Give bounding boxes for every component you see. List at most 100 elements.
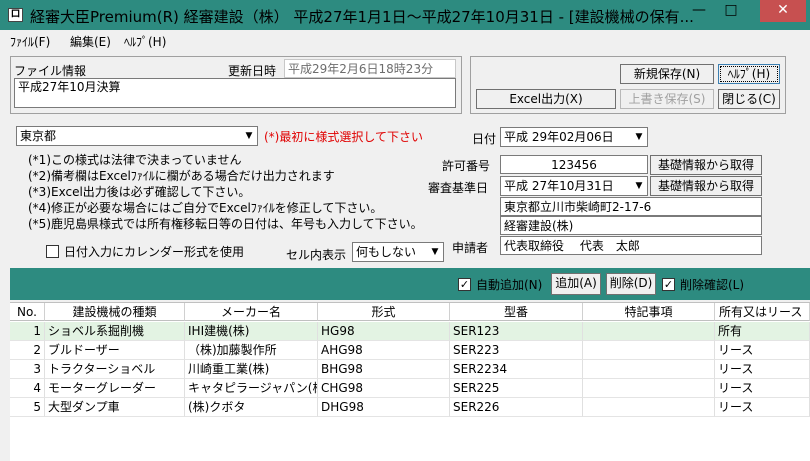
calendar-checkbox[interactable] <box>46 245 59 258</box>
table-cell[interactable] <box>583 398 715 417</box>
table-cell[interactable]: 3 <box>10 360 45 379</box>
column-header[interactable]: 建設機械の種類 <box>45 303 185 321</box>
memo-field[interactable]: 平成27年10月決算 <box>14 78 456 108</box>
table-cell[interactable]: 4 <box>10 379 45 398</box>
company-field[interactable]: 経審建設(株) <box>500 216 762 235</box>
review-date-label: 審査基準日 <box>428 181 489 195</box>
add-button[interactable]: 追加(A) <box>551 273 601 295</box>
column-header[interactable]: 特記事項 <box>583 303 715 321</box>
delete-button[interactable]: 削除(D) <box>606 273 656 295</box>
table-cell[interactable]: SER223 <box>450 341 583 360</box>
updated-label: 更新日時 <box>228 64 277 78</box>
menu-bar: ﾌｧｲﾙ(F) 編集(E) ﾍﾙﾌﾟ(H) <box>0 30 810 50</box>
table-cell[interactable]: HG98 <box>318 322 450 341</box>
auto-add-label[interactable]: 自動追加(N) <box>476 276 542 293</box>
table-cell[interactable]: SER2234 <box>450 360 583 379</box>
delete-confirm-checkbox[interactable]: ✓ <box>662 278 675 291</box>
window-title: 経審大臣Premium(R) 経審建設（株） 平成27年1月1日～平成27年10… <box>30 8 694 26</box>
table-cell[interactable]: AHG98 <box>318 341 450 360</box>
table-cell[interactable]: キャタピラージャパン(株 <box>185 379 318 398</box>
review-date-value: 平成 27年10月31日 <box>504 179 614 193</box>
address-field[interactable]: 東京都立川市柴崎町2-17-6 <box>500 197 762 216</box>
note-2: (*2)備考欄はExcelﾌｧｲﾙに欄がある場合だけ出力されます <box>28 169 335 183</box>
column-header[interactable]: 型番 <box>450 303 583 321</box>
table-cell[interactable]: DHG98 <box>318 398 450 417</box>
table-cell[interactable] <box>583 360 715 379</box>
excel-export-button[interactable]: Excel出力(X) <box>476 89 616 109</box>
close-button[interactable]: 閉じる(C) <box>718 89 780 109</box>
table-cell[interactable]: IHI建機(株) <box>185 322 318 341</box>
cell-display-label: セル内表示 <box>286 248 347 262</box>
table-cell[interactable]: ショベル系掘削機 <box>45 322 185 341</box>
file-info-label: ファイル情報 <box>14 64 87 78</box>
maximize-icon[interactable]: □ <box>716 0 746 22</box>
auto-add-checkbox[interactable]: ✓ <box>458 278 471 291</box>
table-cell[interactable]: 5 <box>10 398 45 417</box>
table-cell[interactable]: (株)クボタ <box>185 398 318 417</box>
prefecture-select[interactable]: 東京都 ▼ <box>16 126 258 146</box>
applicant-field[interactable]: 代表取締役 代表 太郎 <box>500 236 762 255</box>
column-header[interactable]: 所有又はリース <box>715 303 810 321</box>
menu-help[interactable]: ﾍﾙﾌﾟ(H) <box>124 33 166 50</box>
table-cell[interactable]: （株)加藤製作所 <box>185 341 318 360</box>
cell-display-select[interactable]: 何もしない ▼ <box>352 242 444 262</box>
permit-field[interactable]: 123456 <box>500 155 648 174</box>
note-4: (*4)修正が必要な場合にはご自分でExcelﾌｧｲﾙを修正して下さい。 <box>28 201 383 215</box>
permit-label: 許可番号 <box>442 159 491 173</box>
menu-file[interactable]: ﾌｧｲﾙ(F) <box>10 33 50 50</box>
note-1: (*1)この様式は法律で決まっていません <box>28 153 242 167</box>
basic-info-button-1[interactable]: 基礎情報から取得 <box>650 155 762 175</box>
note-3: (*3)Excel出力後は必ず確認して下さい。 <box>28 185 251 199</box>
delete-confirm-label[interactable]: 削除確認(L) <box>680 276 744 293</box>
date-label: 日付 <box>472 132 497 146</box>
table-cell[interactable]: 川崎重工業(株) <box>185 360 318 379</box>
chevron-down-icon[interactable]: ▼ <box>427 243 443 261</box>
app-icon[interactable]: ロ <box>8 8 23 22</box>
note-5: (*5)鹿児島県様式では所有権移転日等の日付は、年号も入力して下さい。 <box>28 217 423 231</box>
date-select[interactable]: 平成 29年02月06日 ▼ <box>500 127 648 147</box>
table-cell[interactable]: SER123 <box>450 322 583 341</box>
applicant-label: 申請者 <box>452 241 489 255</box>
close-icon[interactable]: ✕ <box>760 0 806 22</box>
table-cell[interactable]: モーターグレーダー <box>45 379 185 398</box>
new-save-button[interactable]: 新規保存(N) <box>620 64 714 84</box>
menu-edit[interactable]: 編集(E) <box>70 33 111 50</box>
table-cell[interactable]: 所有 <box>715 322 810 341</box>
column-header[interactable]: No. <box>10 303 45 321</box>
table-cell[interactable] <box>583 341 715 360</box>
cell-display-value: 何もしない <box>356 245 417 259</box>
updated-field: 平成29年2月6日18時23分 <box>284 59 456 78</box>
table-cell[interactable]: 1 <box>10 322 45 341</box>
basic-info-button-2[interactable]: 基礎情報から取得 <box>650 176 762 196</box>
column-header[interactable]: 形式 <box>318 303 450 321</box>
machinery-table[interactable]: No. 建設機械の種類 メーカー名 形式 型番 特記事項 所有又はリース 1 シ… <box>10 302 810 461</box>
chevron-down-icon[interactable]: ▼ <box>631 177 647 195</box>
minimize-icon[interactable]: — <box>684 0 714 22</box>
table-cell[interactable]: リース <box>715 379 810 398</box>
chevron-down-icon[interactable]: ▼ <box>241 127 257 145</box>
prefecture-value: 東京都 <box>20 129 57 143</box>
table-cell[interactable] <box>583 322 715 341</box>
table-cell[interactable]: BHG98 <box>318 360 450 379</box>
table-cell[interactable]: 2 <box>10 341 45 360</box>
table-cell[interactable]: CHG98 <box>318 379 450 398</box>
table-cell[interactable]: 大型ダンプ車 <box>45 398 185 417</box>
chevron-down-icon[interactable]: ▼ <box>631 128 647 146</box>
table-cell[interactable]: ブルドーザー <box>45 341 185 360</box>
table-cell[interactable]: SER226 <box>450 398 583 417</box>
date-value: 平成 29年02月06日 <box>504 130 614 144</box>
table-cell[interactable] <box>583 379 715 398</box>
overwrite-save-button[interactable]: 上書き保存(S) <box>620 89 714 109</box>
table-cell[interactable]: トラクターショベル <box>45 360 185 379</box>
calendar-label: 日付入力にカレンダー形式を使用 <box>64 245 245 259</box>
help-button[interactable]: ﾍﾙﾌﾟ(H) <box>718 64 780 84</box>
column-header[interactable]: メーカー名 <box>185 303 318 321</box>
title-bar[interactable]: ロ 経審大臣Premium(R) 経審建設（株） 平成27年1月1日～平成27年… <box>0 0 810 30</box>
table-cell[interactable]: リース <box>715 398 810 417</box>
prefecture-warning: (*)最初に様式選択して下さい <box>264 130 424 144</box>
grid-toolbar: ✓ 自動追加(N) 追加(A) 削除(D) ✓ 削除確認(L) <box>10 268 810 300</box>
table-cell[interactable]: SER225 <box>450 379 583 398</box>
review-date-select[interactable]: 平成 27年10月31日 ▼ <box>500 176 648 196</box>
table-cell[interactable]: リース <box>715 341 810 360</box>
table-cell[interactable]: リース <box>715 360 810 379</box>
